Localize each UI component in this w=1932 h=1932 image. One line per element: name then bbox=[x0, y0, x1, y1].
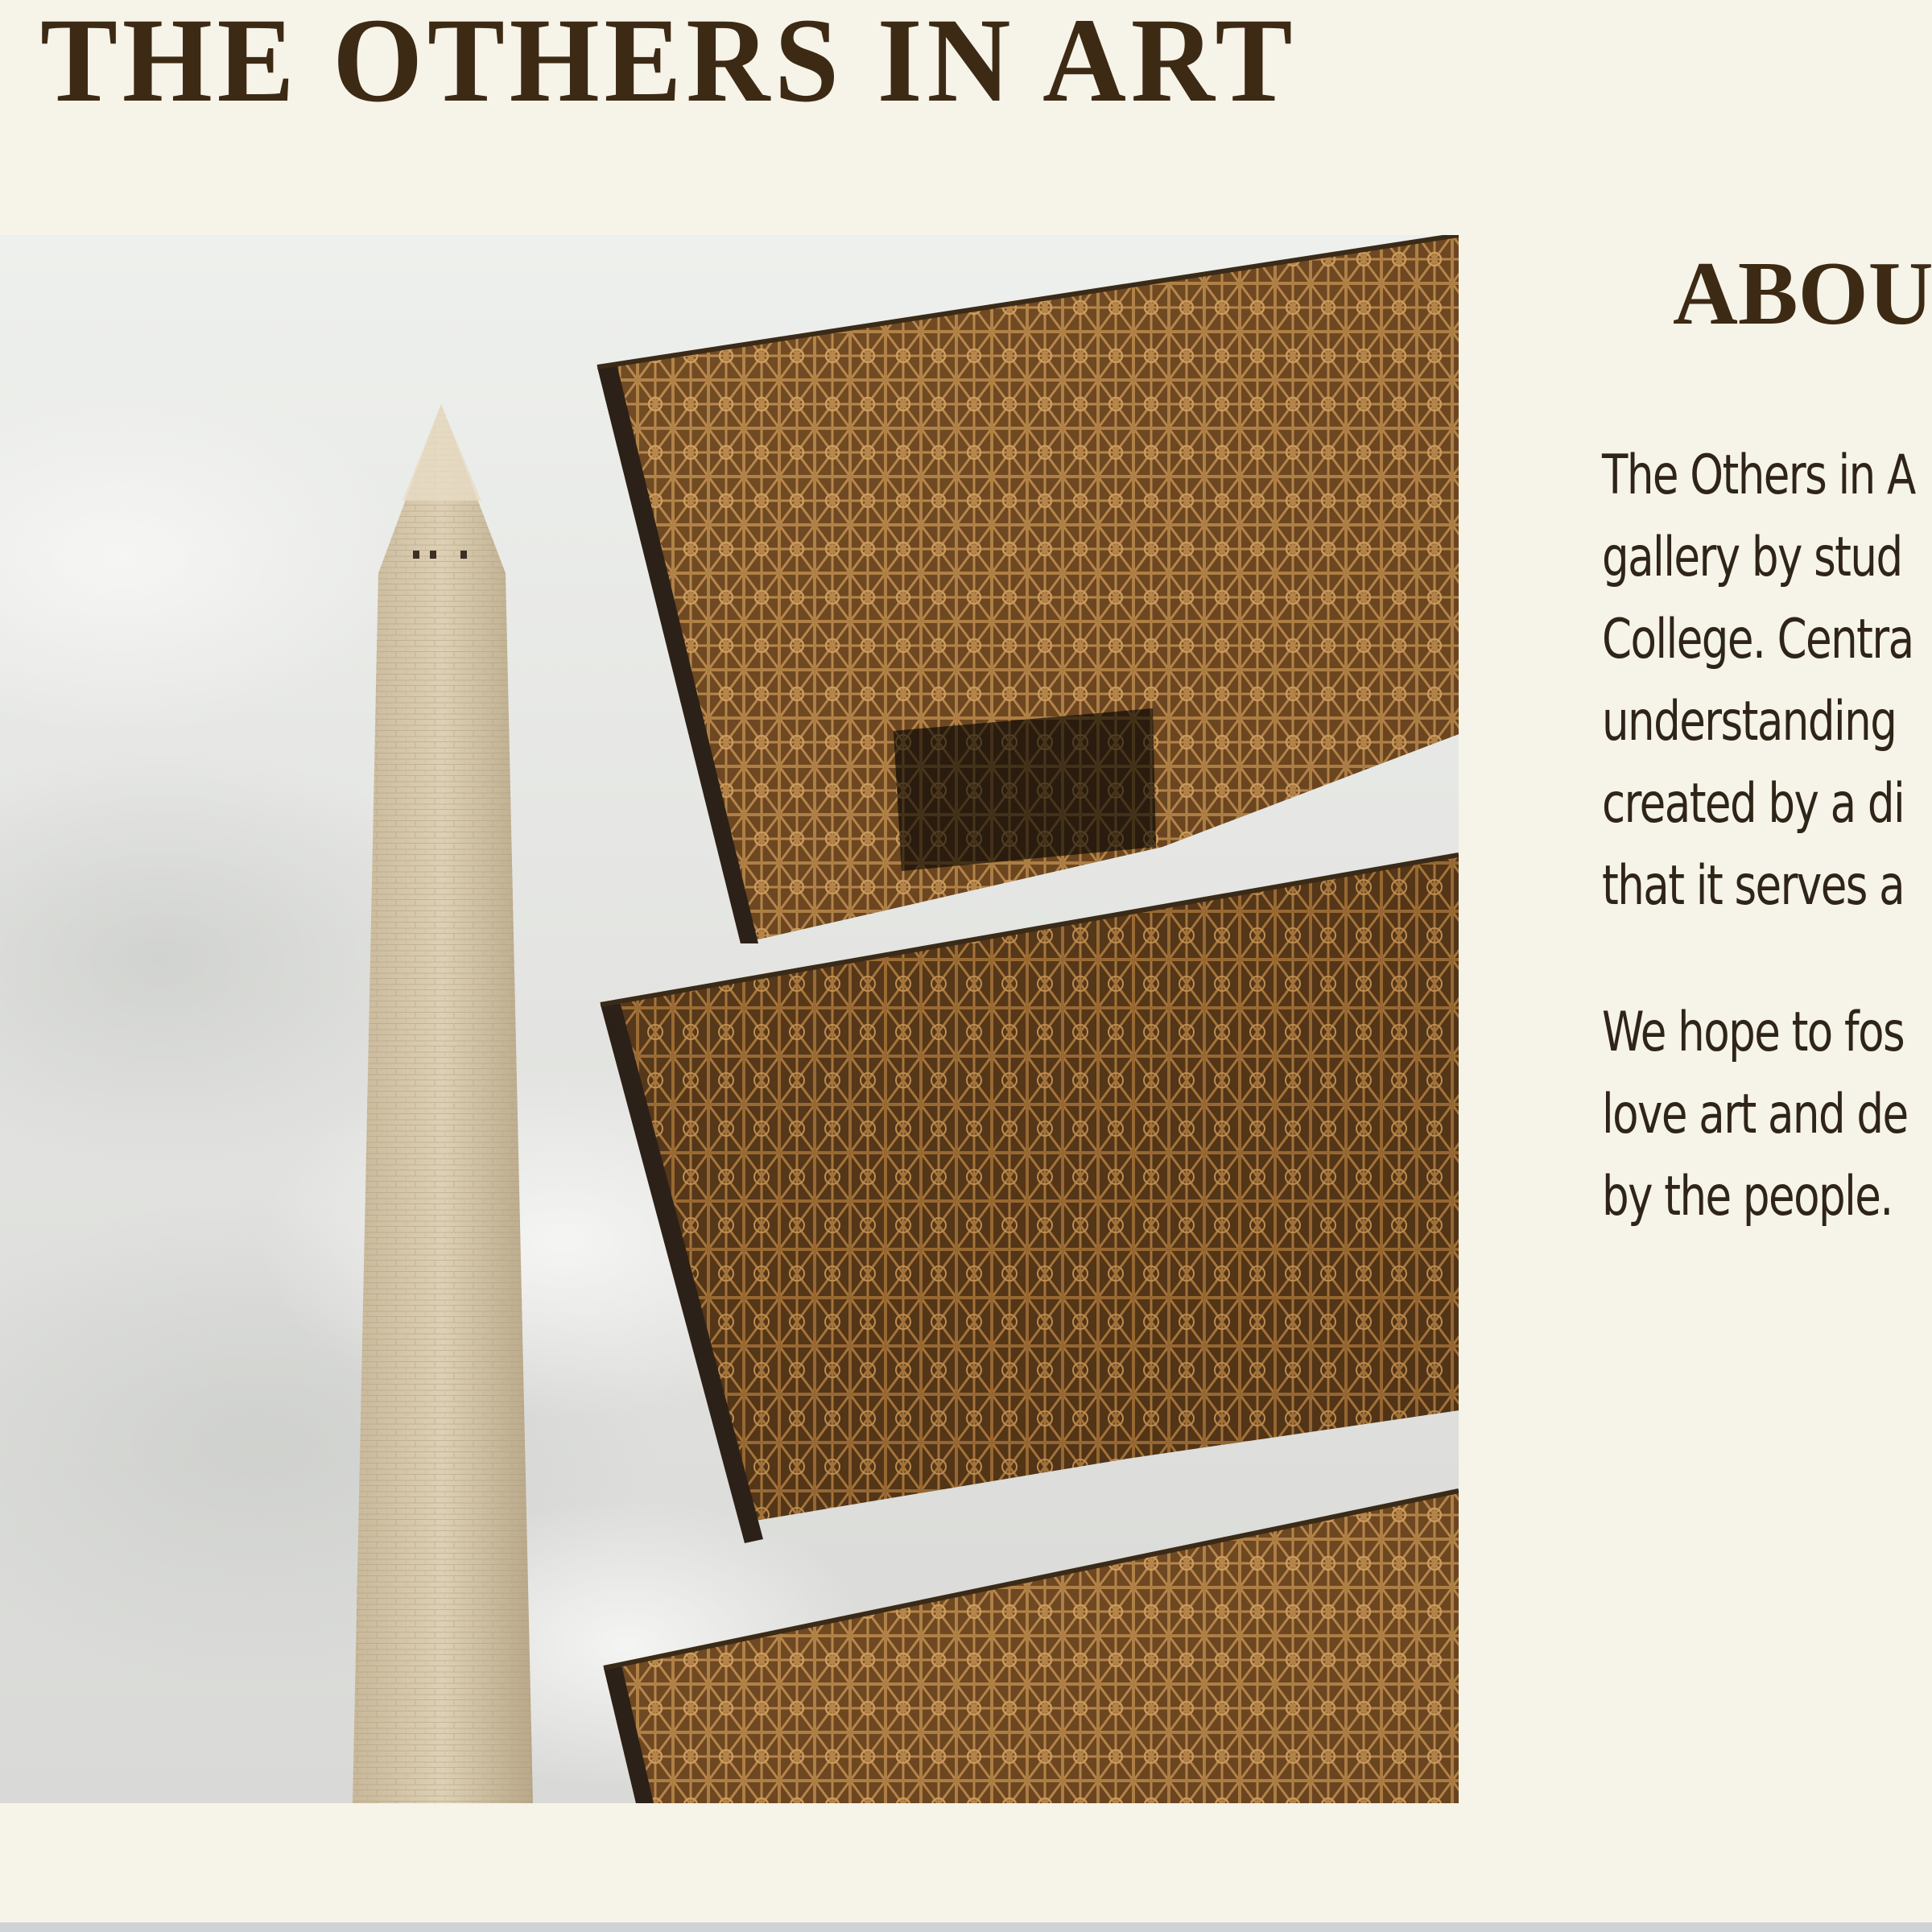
about-heading: ABOUT bbox=[1673, 244, 1932, 344]
site-title: THE OTHERS IN ART bbox=[40, 0, 1298, 127]
hero-image bbox=[0, 235, 1459, 1803]
footer-divider bbox=[0, 1922, 1932, 1932]
museum-and-obelisk-photo-icon bbox=[0, 235, 1459, 1803]
about-paragraph-2: We hope to fos love art and de by the pe… bbox=[1602, 1001, 1909, 1228]
about-paragraph-1: The Others in A gallery by stud College.… bbox=[1602, 444, 1916, 918]
